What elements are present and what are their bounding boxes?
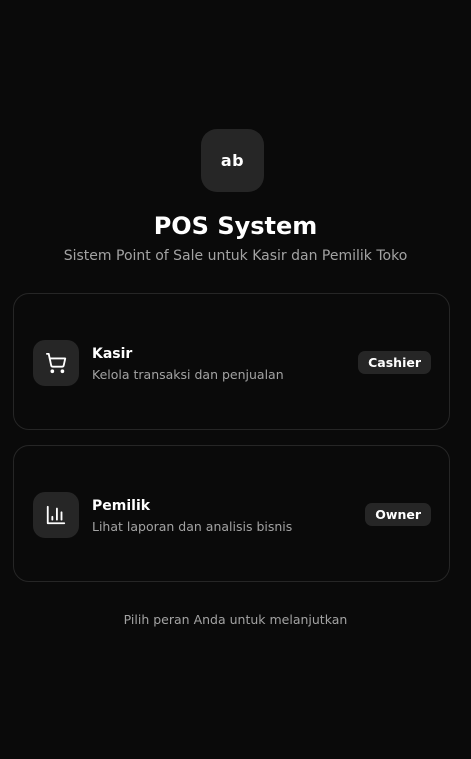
role-selection-page: ab POS System Sistem Point of Sale untuk… [0,0,471,759]
app-logo: ab [201,129,264,192]
role-badge-cashier: Cashier [358,351,431,374]
role-title-pemilik: Pemilik [92,498,151,514]
shopping-cart-icon [33,340,79,386]
role-description-pemilik: Lihat laporan dan analisis bisnis [92,519,293,534]
role-title-kasir: Kasir [92,346,133,362]
page-subtitle: Sistem Point of Sale untuk Kasir dan Pem… [63,248,408,264]
footer-hint: Pilih peran Anda untuk melanjutkan [123,612,348,627]
logo-text: ab [220,151,245,170]
role-card-pemilik[interactable]: Pemilik Lihat laporan dan analisis bisni… [13,445,450,582]
bar-chart-icon [33,492,79,538]
role-badge-owner: Owner [365,503,431,526]
page-title: POS System [153,212,318,240]
role-card-kasir[interactable]: Kasir Kelola transaksi dan penjualan Cas… [13,293,450,430]
role-description-kasir: Kelola transaksi dan penjualan [92,367,284,382]
